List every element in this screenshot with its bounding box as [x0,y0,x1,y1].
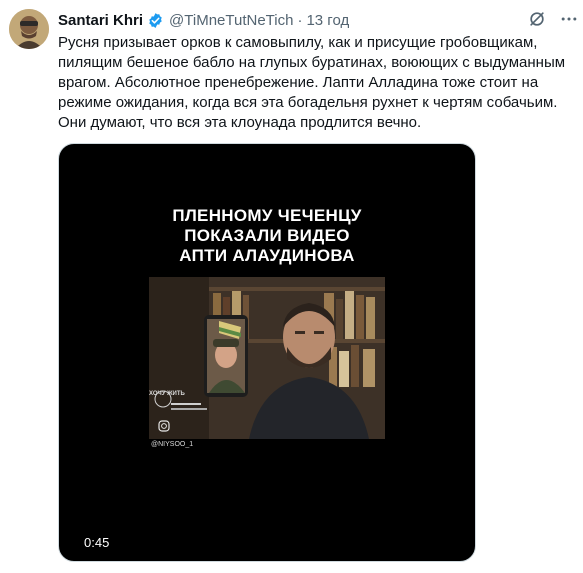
grok-icon[interactable] [527,9,547,29]
tweet: Santari Khri @TiMneTutNeTich · 13 год Ру [0,0,583,573]
author-avatar[interactable] [9,9,49,49]
tweet-header: Santari Khri @TiMneTutNeTich · 13 год [58,10,573,30]
separator-dot: · [297,11,303,29]
video-duration: 0:45 [81,534,113,551]
tweet-video[interactable]: ПЛЕННОМУ ЧЕЧЕНЦУ ПОКАЗАЛИ ВИДЕО АПТИ АЛА… [58,143,476,562]
watermark-handle: @NIYSOO_1 [151,441,194,448]
video-caption: ПЛЕННОМУ ЧЕЧЕНЦУ ПОКАЗАЛИ ВИДЕО АПТИ АЛА… [172,206,362,265]
video-watermark: ХОЧУ ЖИТЬ @NIYSOO_1 [149,391,194,448]
tweet-text: Русня призывает орков к самовыпилу, как … [58,34,566,131]
verified-badge-icon [147,12,164,29]
header-actions [527,9,579,29]
author-name[interactable]: Santari Khri [58,12,143,29]
tweet-timestamp[interactable]: 13 год [306,12,349,29]
author-handle[interactable]: @TiMneTutNeTich [169,12,293,29]
watermark-label: ХОЧУ ЖИТЬ [149,391,185,397]
more-options-icon[interactable] [559,9,579,29]
video-frame [149,277,385,439]
